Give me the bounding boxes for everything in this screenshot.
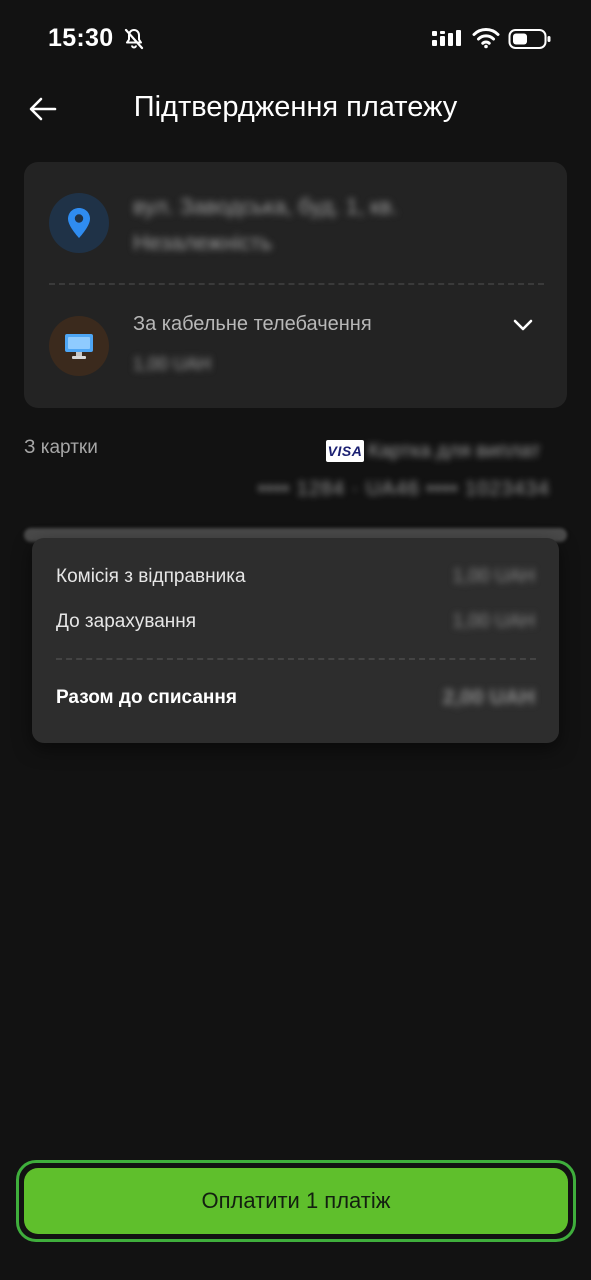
- pay-button-label: Оплатити 1 платіж: [201, 1188, 391, 1213]
- divider: [56, 658, 536, 660]
- visa-logo-icon: VISA: [326, 440, 364, 462]
- expand-service-button[interactable]: [508, 312, 538, 338]
- divider: [49, 283, 544, 285]
- commission-label: Комісія з відправника: [56, 566, 246, 587]
- credit-label: До зарахування: [56, 611, 197, 632]
- source-card-number: •••• 1284 · UA46 •••• 1023434: [258, 478, 550, 500]
- wifi-icon: [472, 28, 500, 49]
- total-label: Разом до списання: [56, 687, 237, 708]
- pay-button[interactable]: Оплатити 1 платіж: [24, 1168, 568, 1234]
- service-icon-badge: [49, 316, 109, 376]
- address-icon-badge: [49, 193, 109, 253]
- battery-icon: [508, 29, 551, 49]
- source-card-name[interactable]: Картка для виплат: [368, 440, 540, 463]
- commission-value: 1,00 UAH: [452, 566, 535, 587]
- page-title: Підтвердження платежу: [0, 91, 591, 124]
- chevron-down-icon: [513, 319, 533, 331]
- from-card-label: З картки: [24, 437, 98, 458]
- payment-summary-card: вул. Заводська, буд. 1, кв. Незалежність…: [24, 162, 567, 408]
- monitor-icon: [65, 334, 93, 359]
- bell-off-icon: [124, 28, 144, 50]
- service-amount: 1,00 UAH: [133, 354, 212, 374]
- address-line-2: Незалежність: [133, 230, 273, 255]
- status-bar: 15:30: [0, 0, 591, 80]
- signal-icon: [432, 30, 461, 46]
- total-value: 2,00 UAH: [442, 686, 535, 709]
- address-line-1: вул. Заводська, буд. 1, кв.: [133, 194, 398, 219]
- page-title-text: Підтвердження платежу: [133, 91, 458, 123]
- fee-breakdown-popover: Комісія з відправника 1,00 UAH До зараху…: [32, 538, 559, 743]
- credit-value: 1,00 UAH: [452, 611, 535, 632]
- service-name: За кабельне телебачення: [133, 313, 372, 335]
- status-time: 15:30: [48, 24, 114, 52]
- location-pin-icon: [68, 208, 90, 238]
